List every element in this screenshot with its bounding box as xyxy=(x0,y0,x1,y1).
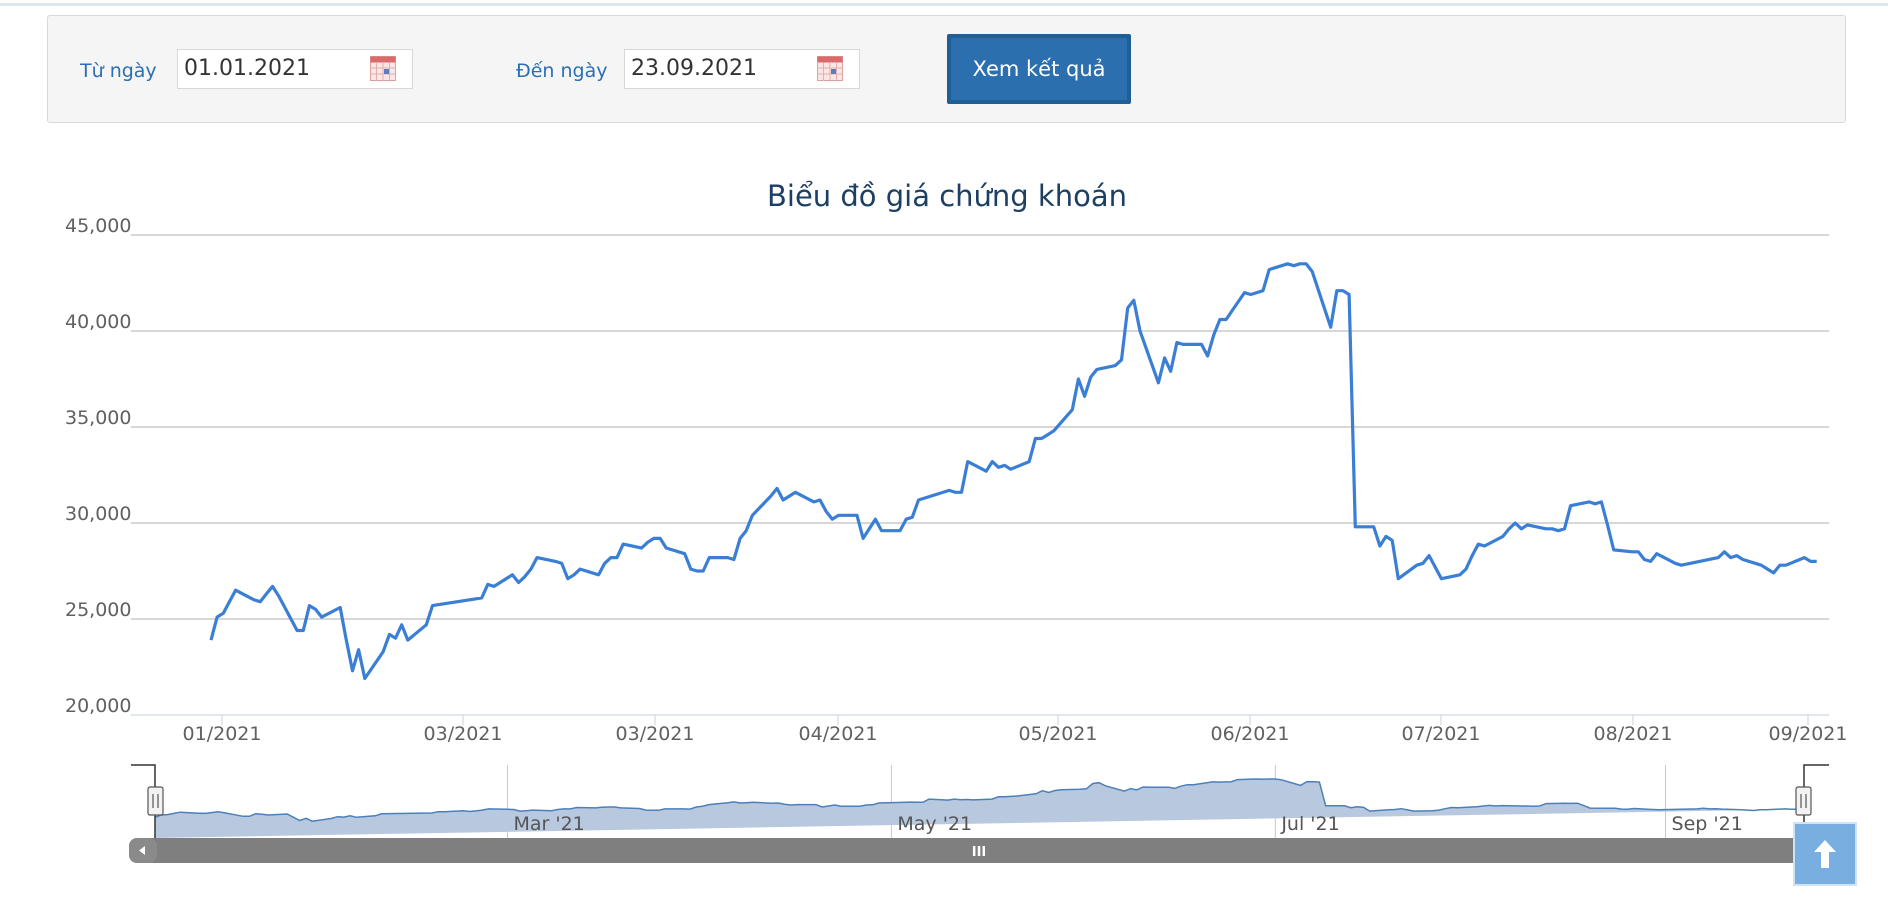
navigator-scrollbar[interactable]: III xyxy=(129,838,1812,863)
navigator-left-handle[interactable] xyxy=(147,786,164,816)
x-tick-label: 06/2021 xyxy=(1211,723,1290,745)
x-tick-label: 03/2021 xyxy=(424,723,503,745)
y-tick-label: 35,000 xyxy=(65,407,131,429)
y-tick-label: 45,000 xyxy=(65,215,131,237)
navigator-label: Jul '21 xyxy=(1280,813,1339,835)
scrollbar-track[interactable] xyxy=(129,838,1812,863)
x-tick-label: 09/2021 xyxy=(1769,723,1848,745)
chart-title: Biểu đồ giá chứng khoán xyxy=(767,179,1127,213)
price-line xyxy=(209,262,1817,681)
navigator-right-handle[interactable] xyxy=(1795,786,1812,816)
x-tick-label: 08/2021 xyxy=(1594,723,1673,745)
scrollbar-grip[interactable]: III xyxy=(972,845,987,860)
x-axis: 01/2021 03/2021 03/2021 04/2021 05/2021 06/20… xyxy=(183,715,1848,745)
price-series xyxy=(209,262,1817,681)
x-tick-label: 04/2021 xyxy=(799,723,878,745)
navigator-label: Sep '21 xyxy=(1672,813,1743,835)
x-tick-label: 05/2021 xyxy=(1019,723,1098,745)
x-tick-label: 07/2021 xyxy=(1402,723,1481,745)
x-tick-label: 03/2021 xyxy=(616,723,695,745)
stock-price-chart: Biểu đồ giá chứng khoán 20,000 25,000 30,0… xyxy=(65,179,1848,863)
scroll-to-top-button[interactable] xyxy=(1793,822,1857,886)
y-tick-label: 25,000 xyxy=(65,599,131,621)
x-tick-label: 01/2021 xyxy=(183,723,262,745)
y-tick-label: 40,000 xyxy=(65,311,131,333)
y-tick-label: 20,000 xyxy=(65,695,131,717)
y-axis: 20,000 25,000 30,000 35,000 40,000 45,000 xyxy=(65,215,131,717)
navigator-label: Mar '21 xyxy=(513,813,584,835)
gridlines xyxy=(131,234,1829,620)
y-tick-label: 30,000 xyxy=(65,503,131,525)
arrow-up-icon xyxy=(1814,840,1836,868)
navigator-label: May '21 xyxy=(897,813,972,835)
navigator[interactable]: Mar '21 May '21 Jul '21 Sep '21 III xyxy=(129,764,1829,863)
